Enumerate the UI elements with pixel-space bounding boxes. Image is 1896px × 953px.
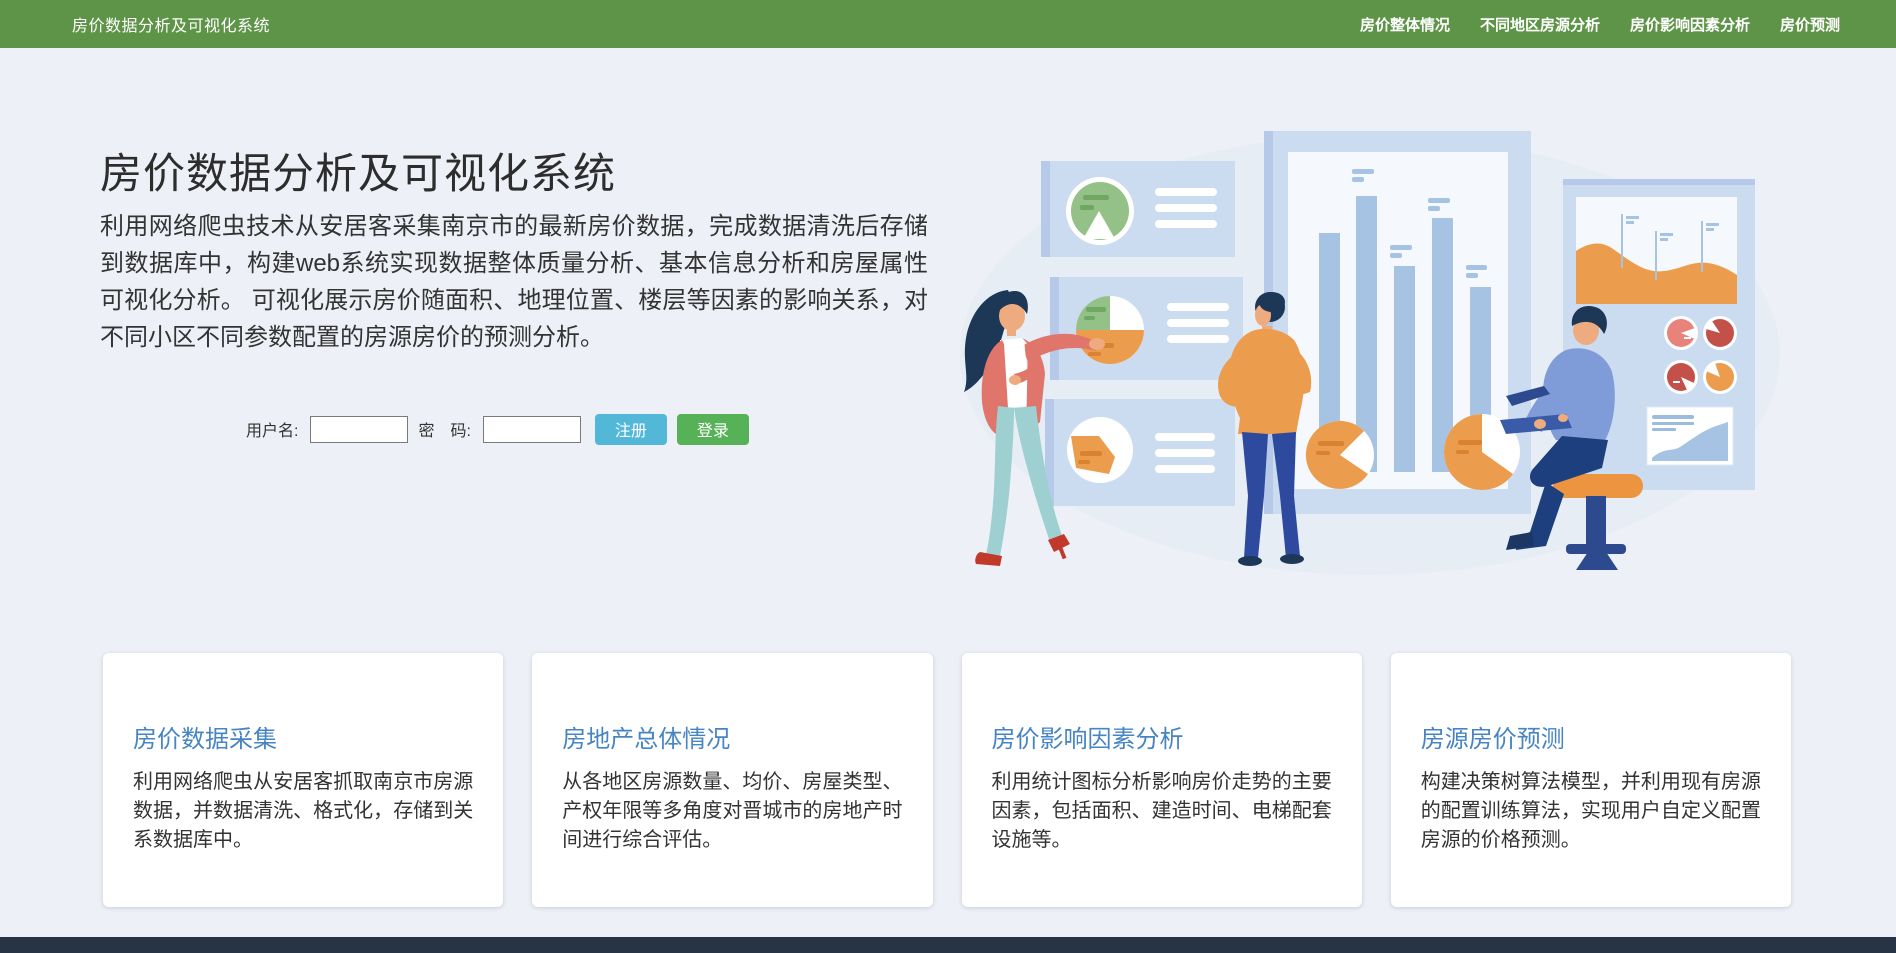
username-input[interactable] [310,415,409,443]
feature-card-overview[interactable]: 房地产总体情况 从各地区房源数量、均价、房屋类型、产权年限等多角度对晋城市的房地… [532,653,933,907]
nav-link-predict[interactable]: 房价预测 [1780,14,1840,35]
login-button[interactable]: 登录 [676,413,749,445]
page: 房价数据分析及可视化系统 房价整体情况 不同地区房源分析 房价影响因素分析 房价… [0,0,1896,953]
navbar: 房价数据分析及可视化系统 房价整体情况 不同地区房源分析 房价影响因素分析 房价… [0,0,1896,48]
feature-card-description: 利用网络爬虫从安居客抓取南京市房源数据，并数据清洗、格式化，存储到关系数据库中。 [133,771,474,851]
nav-link-overall[interactable]: 房价整体情况 [1360,14,1450,35]
username-label: 用户名: [246,423,299,440]
feature-card-title: 房地产总体情况 [562,726,731,753]
nav-link-factors[interactable]: 房价影响因素分析 [1630,14,1750,35]
pie-card-green [1041,161,1235,257]
register-button[interactable]: 注册 [594,413,667,445]
pie-card-mixed [1050,277,1243,380]
feature-card-title: 房价影响因素分析 [991,726,1184,753]
nav-link-regions[interactable]: 不同地区房源分析 [1480,14,1600,35]
feature-card-collection[interactable]: 房价数据采集 利用网络爬虫从安居客抓取南京市房源数据，并数据清洗、格式化，存储到… [103,653,504,907]
password-input[interactable] [482,415,581,443]
floor-pie-left [1305,420,1374,489]
feature-card-description: 利用统计图标分析影响房价走势的主要因素，包括面积、建造时间、电梯配套设施等。 [991,771,1332,851]
footer-bar [0,937,1896,953]
feature-card-description: 构建决策树算法模型，并利用现有房源的配置训练算法，实现用户自定义配置房源的价格预… [1420,771,1761,851]
feature-cards: 房价数据采集 利用网络爬虫从安居客抓取南京市房源数据，并数据清洗、格式化，存储到… [103,653,1791,907]
pie-card-orange [1045,399,1235,506]
nav-links: 房价整体情况 不同地区房源分析 房价影响因素分析 房价预测 [1330,14,1840,35]
page-title: 房价数据分析及可视化系统 [100,150,617,197]
feature-card-title: 房源房价预测 [1420,726,1565,753]
login-form: 用户名: 密 码: 注册 登录 [246,412,749,446]
hero-description: 利用网络爬虫技术从安居客采集南京市的最新房价数据，完成数据清洗后存储到数据库中，… [100,213,928,351]
feature-card-factors[interactable]: 房价影响因素分析 利用统计图标分析影响房价走势的主要因素，包括面积、建造时间、电… [961,653,1362,907]
brand-title: 房价数据分析及可视化系统 [72,18,271,35]
feature-card-prediction[interactable]: 房源房价预测 构建决策树算法模型，并利用现有房源的配置训练算法，实现用户自定义配… [1390,653,1791,907]
feature-card-title: 房价数据采集 [133,726,277,753]
feature-card-description: 从各地区房源数量、均价、房屋类型、产权年限等多角度对晋城市的房地产时间进行综合评… [562,771,903,851]
analytics-illustration [960,131,1780,575]
mini-line-chart-card [1646,406,1734,466]
password-label: 密 码: [418,423,471,440]
